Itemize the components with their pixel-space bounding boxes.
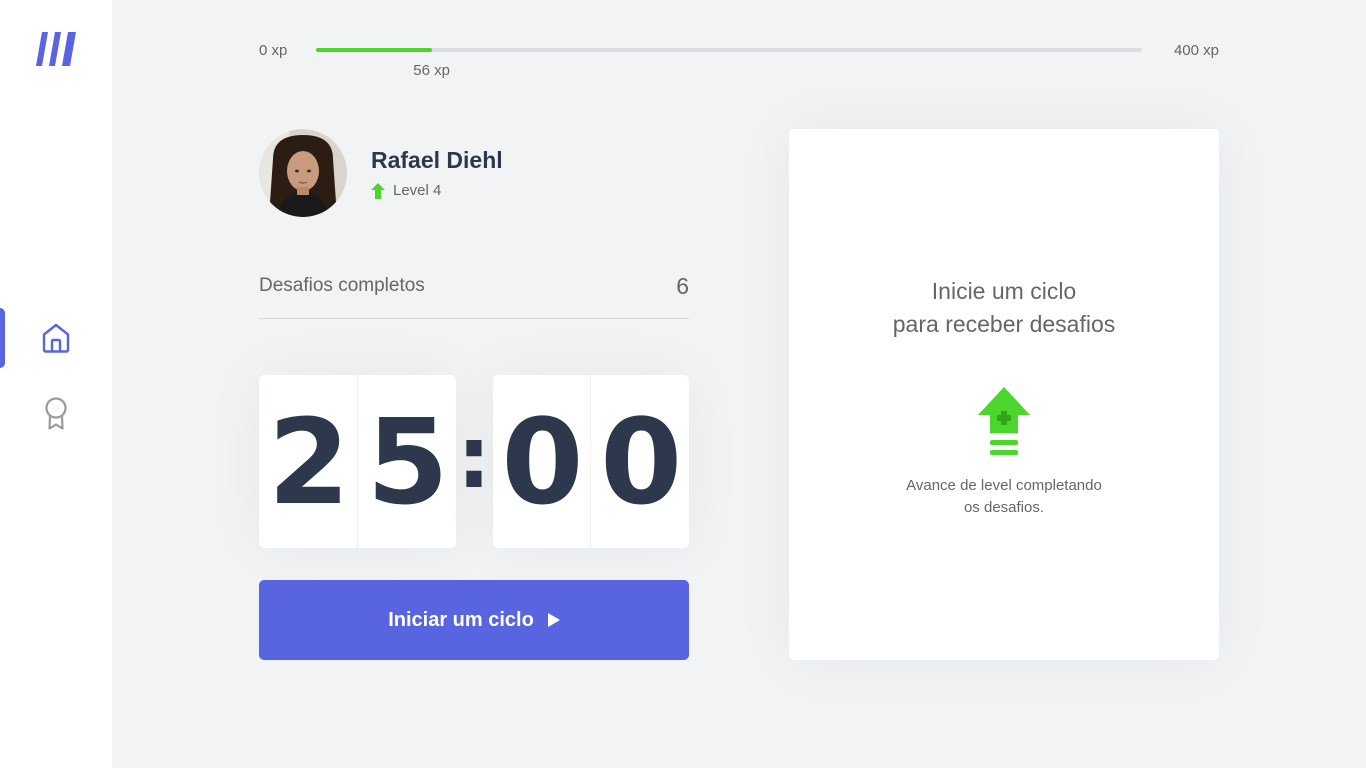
- challenge-box-title: Inicie um ciclo para receber desafios: [854, 275, 1154, 341]
- start-cycle-label: Iniciar um ciclo: [388, 608, 534, 631]
- challenge-box-text: Avance de level completando os desafios.: [884, 475, 1124, 519]
- home-nav-button[interactable]: [36, 318, 76, 358]
- minute-digit-left: 2: [259, 375, 358, 548]
- profile-name: Rafael Diehl: [371, 147, 503, 173]
- xp-max-label: 400 xp: [1173, 42, 1219, 59]
- challenge-text-line2: os desafios.: [963, 499, 1045, 516]
- challenge-text-line1: Avance de level completando: [906, 477, 1102, 494]
- profile-level-label: Level 4: [393, 182, 442, 199]
- completed-challenges-label: Desafios completos: [259, 275, 425, 296]
- avatar: [259, 129, 347, 217]
- second-digit-right: 0: [600, 392, 682, 531]
- sidebar: [0, 0, 112, 768]
- logo-icon: [36, 32, 76, 66]
- level-up-arrow-icon: [371, 182, 385, 199]
- minute-digit-right: 5: [366, 392, 449, 531]
- profile: Rafael Diehl Level 4: [259, 129, 503, 217]
- countdown-minutes: 2 5: [259, 375, 456, 548]
- home-icon: [42, 323, 70, 353]
- start-cycle-button[interactable]: Iniciar um ciclo: [259, 580, 689, 660]
- challenge-title-line1: Inicie um ciclo: [931, 278, 1077, 304]
- completed-challenges: Desafios completos 6: [259, 262, 689, 319]
- level-up-icon: [978, 387, 1030, 455]
- profile-level: Level 4: [371, 182, 503, 199]
- completed-challenges-count: 6: [676, 272, 689, 299]
- experience-bar: 0 xp 56 xp 400 xp: [259, 38, 1219, 82]
- award-icon: [45, 397, 67, 430]
- xp-current-label: 56 xp: [413, 62, 450, 79]
- challenge-box: Inicie um ciclo para receber desafios Av…: [789, 129, 1219, 660]
- xp-fill: [316, 48, 432, 52]
- countdown: 2 5 : 0 0: [259, 375, 689, 548]
- xp-min-label: 0 xp: [259, 42, 288, 59]
- xp-track: [316, 48, 1142, 52]
- countdown-seconds: 0 0: [492, 375, 689, 548]
- challenge-title-line2: para receber desafios: [892, 311, 1116, 337]
- active-nav-indicator: [0, 308, 5, 368]
- second-digit-left: 0: [493, 375, 592, 548]
- countdown-separator: :: [456, 407, 492, 508]
- profile-info: Rafael Diehl Level 4: [371, 147, 503, 199]
- leaderboard-nav-button[interactable]: [36, 394, 76, 434]
- play-icon: [547, 613, 560, 627]
